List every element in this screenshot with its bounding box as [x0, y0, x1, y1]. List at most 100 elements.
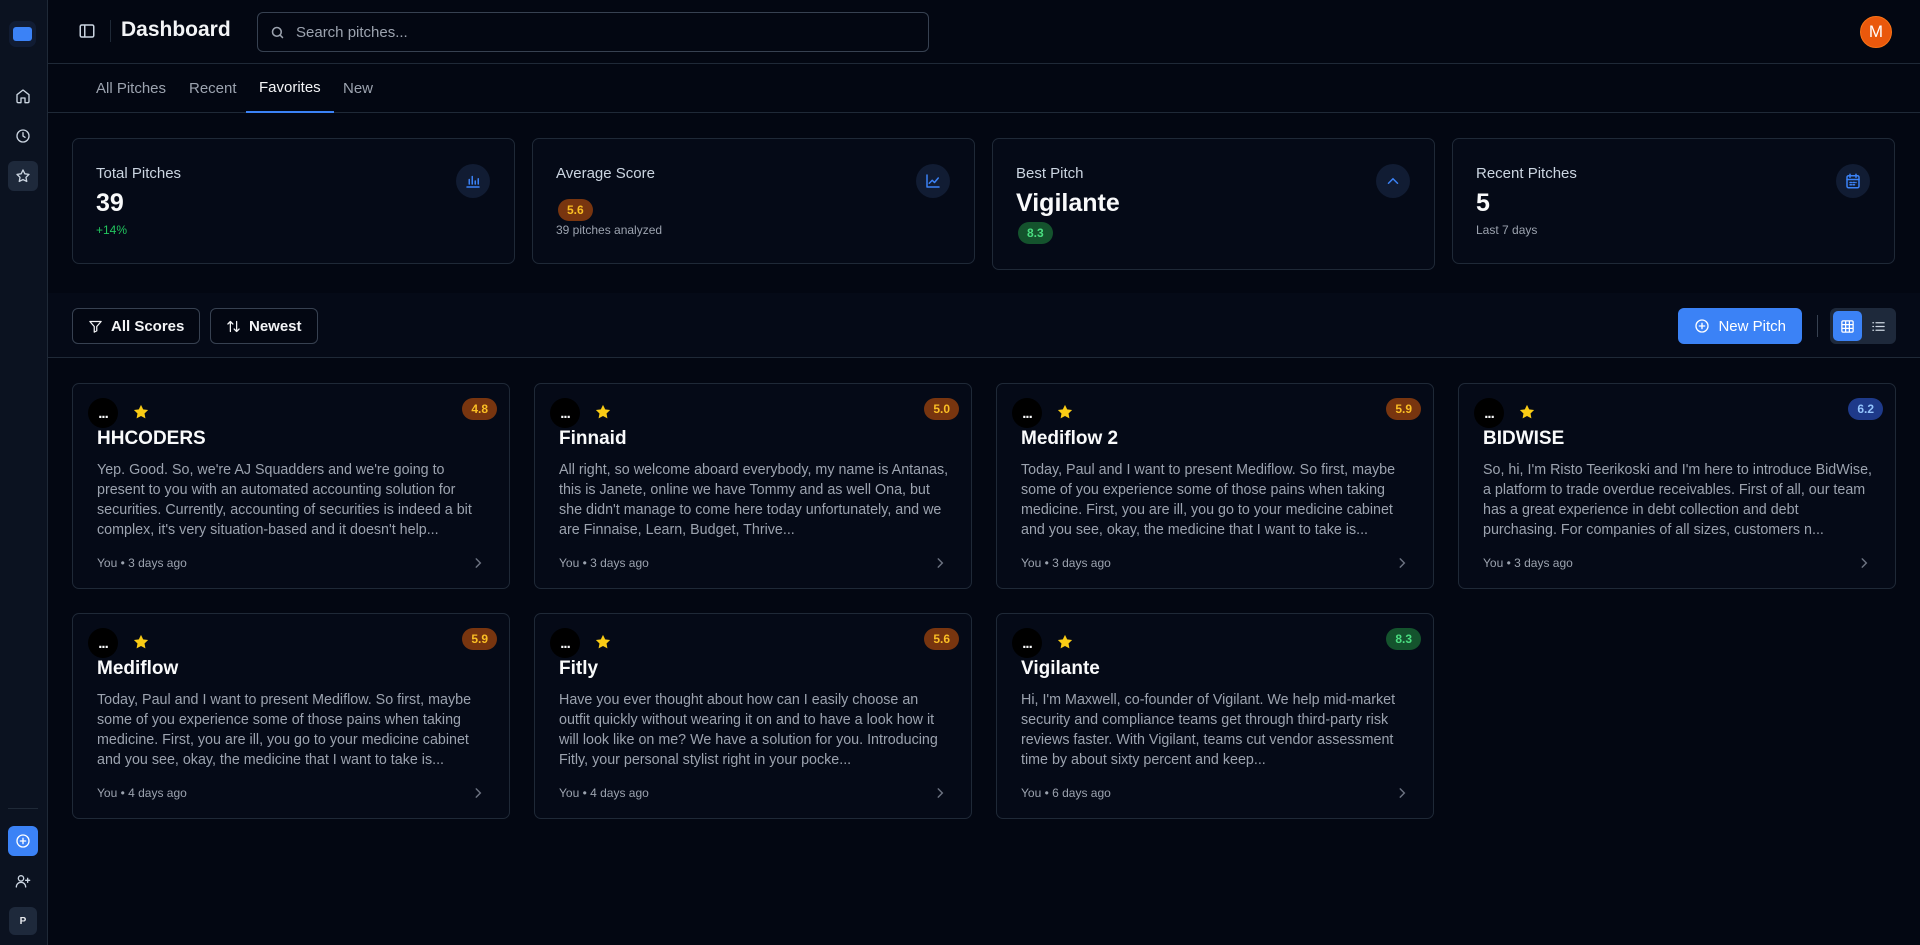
clock-icon	[16, 129, 30, 143]
pitch-card[interactable]: ... 5.9 Mediflow 2 Today, Paul and I wan…	[996, 383, 1434, 589]
sidebar: P	[0, 0, 48, 945]
card-menu-button[interactable]: ...	[1012, 398, 1042, 428]
stat-label: Total Pitches	[96, 165, 182, 182]
list-icon	[1872, 321, 1885, 331]
sidebar-invite-user-button[interactable]	[8, 866, 38, 896]
stat-icon	[916, 164, 950, 198]
star-icon	[16, 169, 30, 183]
new-pitch-button[interactable]: New Pitch	[1678, 308, 1802, 344]
user-avatar[interactable]: M	[1860, 16, 1892, 48]
sidebar-item-home[interactable]	[8, 81, 38, 111]
list-view-button[interactable]	[1865, 311, 1894, 341]
stat-icon	[1836, 164, 1870, 198]
plus-circle-icon	[16, 834, 30, 848]
header-divider	[110, 20, 111, 42]
star-icon[interactable]	[594, 633, 612, 651]
card-title: HHCODERS	[97, 428, 206, 449]
card-excerpt: All right, so welcome aboard everybody, …	[559, 462, 949, 538]
star-icon[interactable]	[1518, 403, 1536, 421]
workspace-avatar[interactable]: P	[9, 907, 37, 935]
score-badge: 5.9	[462, 628, 497, 650]
score-badge: 5.0	[924, 398, 959, 420]
chevron-right-icon	[1399, 558, 1406, 568]
card-excerpt: Today, Paul and I want to present Medifl…	[1021, 462, 1396, 538]
chevron-right-icon	[475, 558, 482, 568]
card-title: Fitly	[559, 658, 599, 679]
card-menu-button[interactable]: ...	[88, 398, 118, 428]
sidebar-item-favorites[interactable]	[8, 161, 38, 191]
pitch-card[interactable]: ... 6.2 BIDWISE So, hi, I'm Risto Teerik…	[1458, 383, 1896, 589]
stat-value: 5	[1476, 189, 1490, 217]
score-filter-button[interactable]: All Scores	[72, 308, 201, 344]
user-plus-icon	[15, 875, 31, 888]
line-chart-icon	[926, 174, 940, 188]
star-icon[interactable]	[1056, 633, 1074, 651]
chevron-right-icon	[475, 788, 482, 798]
card-excerpt: Have you ever thought about how can I ea…	[559, 692, 938, 768]
stat-score-wrap: 5.6	[558, 199, 593, 221]
tab-favorites[interactable]: Favorites	[246, 64, 334, 113]
card-title: Finnaid	[559, 428, 627, 449]
stat-subtext: 39 pitches analyzed	[556, 223, 663, 237]
score-badge: 8.3	[1386, 628, 1421, 650]
star-icon[interactable]	[132, 403, 150, 421]
score-badge: 5.6	[924, 628, 959, 650]
sidebar-item-recent[interactable]	[8, 121, 38, 151]
tab-recent[interactable]: Recent	[176, 64, 250, 113]
score-badge: 8.3	[1018, 222, 1053, 244]
sidebar-new-pitch-button[interactable]	[8, 826, 38, 856]
score-badge: 6.2	[1848, 398, 1883, 420]
card-title: BIDWISE	[1483, 428, 1565, 449]
stat-label: Recent Pitches	[1476, 165, 1577, 182]
chevron-up-icon	[1387, 177, 1399, 184]
pitch-card[interactable]: ... 4.8 HHCODERS Yep. Good. So, we're AJ…	[72, 383, 510, 589]
pitch-card[interactable]: ... 5.9 Mediflow Today, Paul and I want …	[72, 613, 510, 819]
card-meta: You • 3 days ago	[559, 556, 649, 570]
star-icon[interactable]	[132, 633, 150, 651]
card-menu-button[interactable]: ...	[550, 398, 580, 428]
score-badge: 5.6	[558, 199, 593, 221]
page-title: Dashboard	[121, 18, 231, 41]
stat-value: Vigilante	[1016, 189, 1120, 217]
card-menu-button[interactable]: ...	[550, 628, 580, 658]
sidebar-toggle-icon[interactable]	[78, 22, 96, 40]
star-icon[interactable]	[594, 403, 612, 421]
card-menu-button[interactable]: ...	[1012, 628, 1042, 658]
pitch-card[interactable]: ... 8.3 Vigilante Hi, I'm Maxwell, co-fo…	[996, 613, 1434, 819]
bar-chart-icon	[466, 175, 480, 188]
sort-button[interactable]: Newest	[210, 308, 318, 344]
card-menu-button[interactable]: ...	[1474, 398, 1504, 428]
stat-change: +14%	[96, 223, 128, 237]
filter-icon	[89, 320, 102, 333]
search-box[interactable]	[257, 12, 929, 52]
chevron-right-icon	[937, 558, 944, 568]
sort-icon	[227, 320, 240, 332]
card-excerpt: Yep. Good. So, we're AJ Squadders and we…	[97, 462, 472, 538]
pitch-toolbar: All Scores Newest New Pitch	[48, 293, 1920, 358]
toolbar-divider	[1817, 315, 1818, 337]
search-input[interactable]	[296, 13, 916, 51]
tab-new[interactable]: New	[330, 64, 386, 113]
card-meta: You • 4 days ago	[97, 786, 187, 800]
app-logo[interactable]	[9, 21, 36, 47]
search-icon	[271, 26, 284, 39]
stat-subtext: Last 7 days	[1476, 223, 1538, 237]
card-excerpt: Today, Paul and I want to present Medifl…	[97, 692, 472, 768]
plus-circle-icon	[1695, 319, 1710, 333]
new-pitch-label: New Pitch	[1718, 317, 1786, 335]
star-icon[interactable]	[1056, 403, 1074, 421]
sidebar-divider	[8, 808, 38, 809]
stat-card-recent-pitches: Recent Pitches 5 Last 7 days	[1452, 138, 1895, 264]
stat-label: Average Score	[556, 165, 655, 182]
chevron-right-icon	[1861, 558, 1868, 568]
stat-card-total-pitches: Total Pitches 39 +14%	[72, 138, 515, 264]
card-meta: You • 3 days ago	[1021, 556, 1111, 570]
tab-all-pitches[interactable]: All Pitches	[83, 64, 179, 113]
card-menu-button[interactable]: ...	[88, 628, 118, 658]
pitch-card[interactable]: ... 5.6 Fitly Have you ever thought abou…	[534, 613, 972, 819]
score-badge: 5.9	[1386, 398, 1421, 420]
pitch-card[interactable]: ... 5.0 Finnaid All right, so welcome ab…	[534, 383, 972, 589]
card-meta: You • 3 days ago	[97, 556, 187, 570]
grid-view-button[interactable]	[1833, 311, 1862, 341]
card-excerpt: Hi, I'm Maxwell, co-founder of Vigilant.…	[1021, 692, 1396, 768]
